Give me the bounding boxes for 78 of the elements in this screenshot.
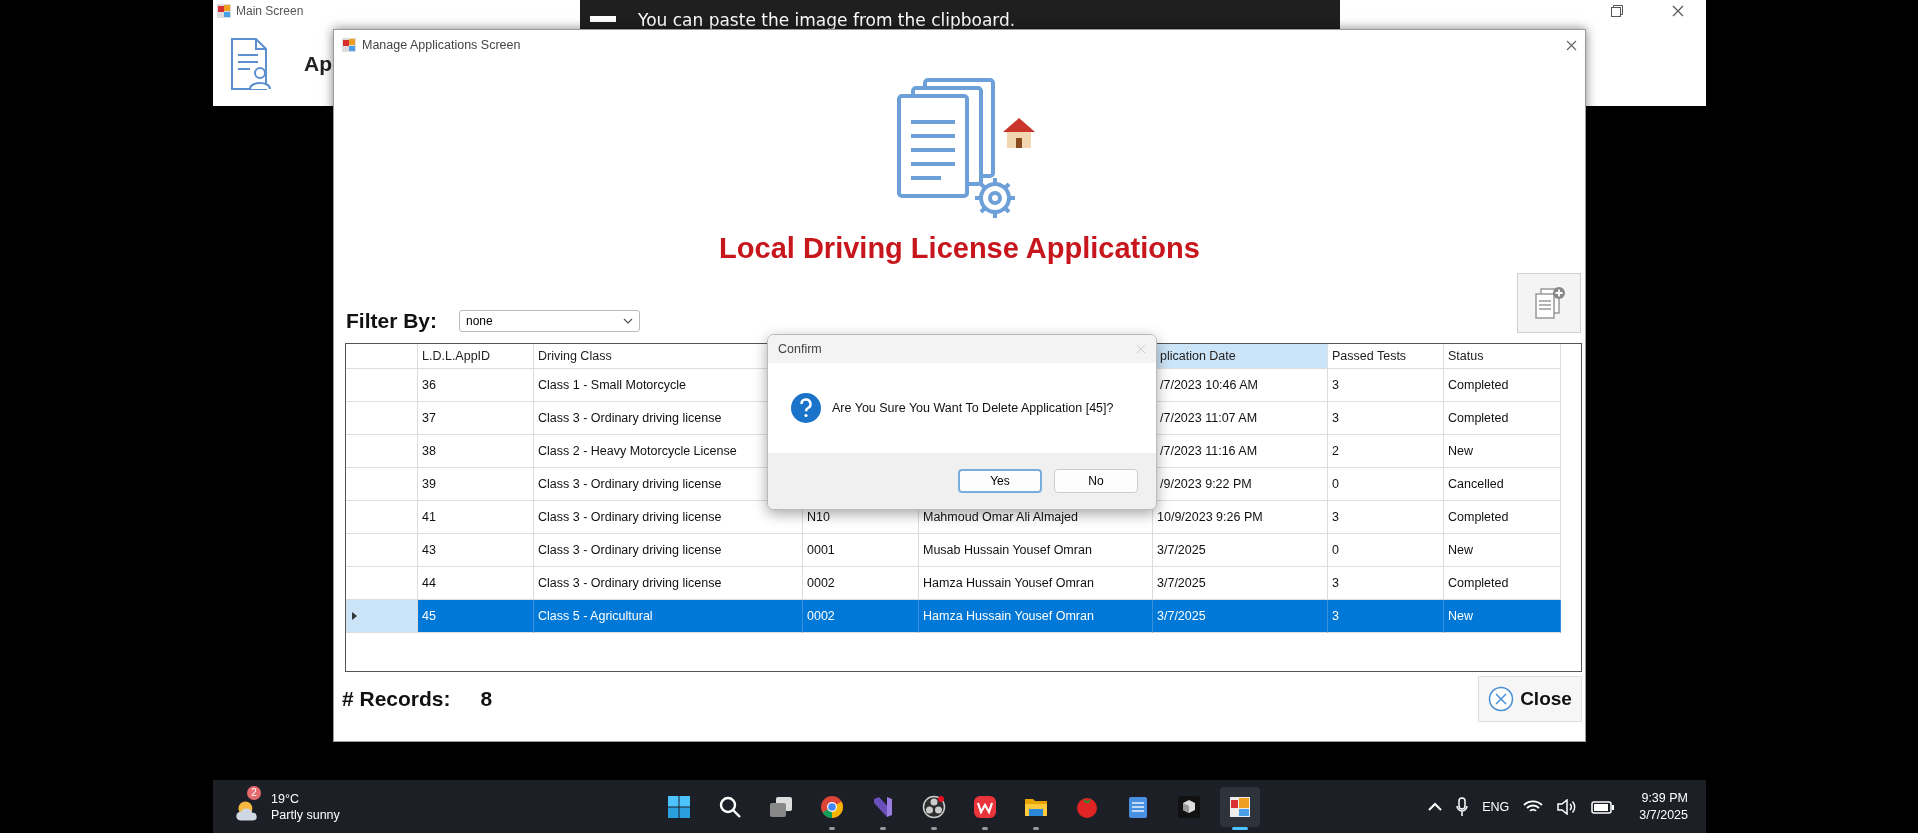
table-cell: New: [1444, 435, 1561, 468]
column-header[interactable]: Status: [1444, 344, 1561, 369]
table-cell: Class 3 - Ordinary driving license: [534, 534, 803, 567]
dialog-button[interactable]: No: [1054, 469, 1138, 493]
language-indicator[interactable]: ENG: [1482, 799, 1510, 814]
table-cell: 3: [1328, 369, 1444, 402]
table-cell: 2: [1328, 435, 1444, 468]
table-cell: Completed: [1444, 369, 1561, 402]
page-heading: Local Driving License Applications: [719, 232, 1200, 265]
clipboard-icon: [590, 15, 616, 24]
table-cell: 3: [1328, 501, 1444, 534]
toolbar-label[interactable]: Ap: [304, 52, 332, 76]
table-cell: 3: [1328, 600, 1444, 633]
table-cell: 3/7/2025: [1153, 600, 1328, 633]
table-cell: 3/7/2025: [1153, 534, 1328, 567]
table-cell: 3: [1328, 402, 1444, 435]
table-cell: Musab Hussain Yousef Omran: [919, 534, 1153, 567]
notification-badge: 2: [247, 785, 261, 800]
question-icon: [790, 392, 822, 424]
browser-icon[interactable]: [820, 794, 844, 819]
document-user-icon[interactable]: [230, 37, 274, 91]
table-cell: 38: [418, 435, 534, 468]
clock-date[interactable]: 3/7/2025: [1639, 806, 1688, 824]
windows-icon[interactable]: [667, 794, 691, 819]
table-cell: 36: [418, 369, 534, 402]
chevron-down-icon: [623, 318, 633, 324]
microphone-icon[interactable]: [1456, 796, 1469, 817]
battery-icon[interactable]: [1591, 799, 1616, 814]
toast-message: You can paste the image from the clipboard.: [638, 9, 1016, 30]
records-count: 8: [480, 687, 493, 711]
table-cell: Completed: [1444, 501, 1561, 534]
dialog-button[interactable]: Yes: [958, 469, 1042, 493]
window-title: Manage Applications Screen: [362, 38, 522, 52]
table-cell: 45: [418, 600, 534, 633]
close-icon[interactable]: [1566, 39, 1577, 51]
close-button[interactable]: Close: [1478, 676, 1582, 722]
row-pointer-icon: [352, 612, 357, 620]
table-cell: 43: [418, 534, 534, 567]
table-cell: Cancelled: [1444, 468, 1561, 501]
column-header[interactable]: L.D.L.AppID: [418, 344, 534, 369]
task-view-icon[interactable]: [769, 794, 793, 819]
close-circle-icon: [1488, 686, 1515, 712]
table-cell: New: [1444, 534, 1561, 567]
application-icon[interactable]: [1228, 794, 1252, 819]
notepad-icon[interactable]: [1126, 794, 1150, 819]
table-cell: Completed: [1444, 402, 1561, 435]
table-cell: 37: [418, 402, 534, 435]
cube-icon[interactable]: [1177, 794, 1201, 819]
table-cell: New: [1444, 600, 1561, 633]
table-cell: 0: [1328, 468, 1444, 501]
volume-icon[interactable]: [1557, 798, 1578, 815]
ide-icon[interactable]: [871, 794, 895, 819]
search-icon[interactable]: [718, 794, 742, 819]
table-cell: 0001: [803, 534, 919, 567]
add-application-button[interactable]: [1517, 273, 1581, 333]
table-cell: 0: [1328, 534, 1444, 567]
filter-dropdown[interactable]: none: [459, 310, 640, 332]
close-icon[interactable]: [1672, 5, 1684, 17]
table-cell: Hamza Hussain Yousef Omran: [919, 600, 1153, 633]
table-cell: 0002: [803, 600, 919, 633]
column-header[interactable]: Passed Tests: [1328, 344, 1444, 369]
chevron-up-icon[interactable]: [1428, 801, 1443, 812]
recorder-icon[interactable]: [922, 794, 946, 819]
restore-icon[interactable]: [1611, 5, 1623, 17]
window-title: Main Screen: [236, 4, 304, 18]
dialog-message: Are You Sure You Want To Delete Application [45]?: [832, 401, 1114, 415]
clock-time[interactable]: 9:39 PM: [1641, 789, 1688, 807]
app-icon: [217, 4, 231, 18]
form-icon: [342, 38, 356, 52]
table-cell: Class 5 - Agricultural: [534, 600, 803, 633]
office-icon[interactable]: [973, 794, 997, 819]
table-cell: 41: [418, 501, 534, 534]
table-cell: 39: [418, 468, 534, 501]
filter-label: Filter By:: [346, 309, 437, 333]
records-label: # Records:: [342, 687, 451, 711]
temperature: 19°C: [271, 790, 300, 807]
row-header: [346, 344, 418, 369]
weather-condition: Partly sunny: [271, 806, 340, 823]
